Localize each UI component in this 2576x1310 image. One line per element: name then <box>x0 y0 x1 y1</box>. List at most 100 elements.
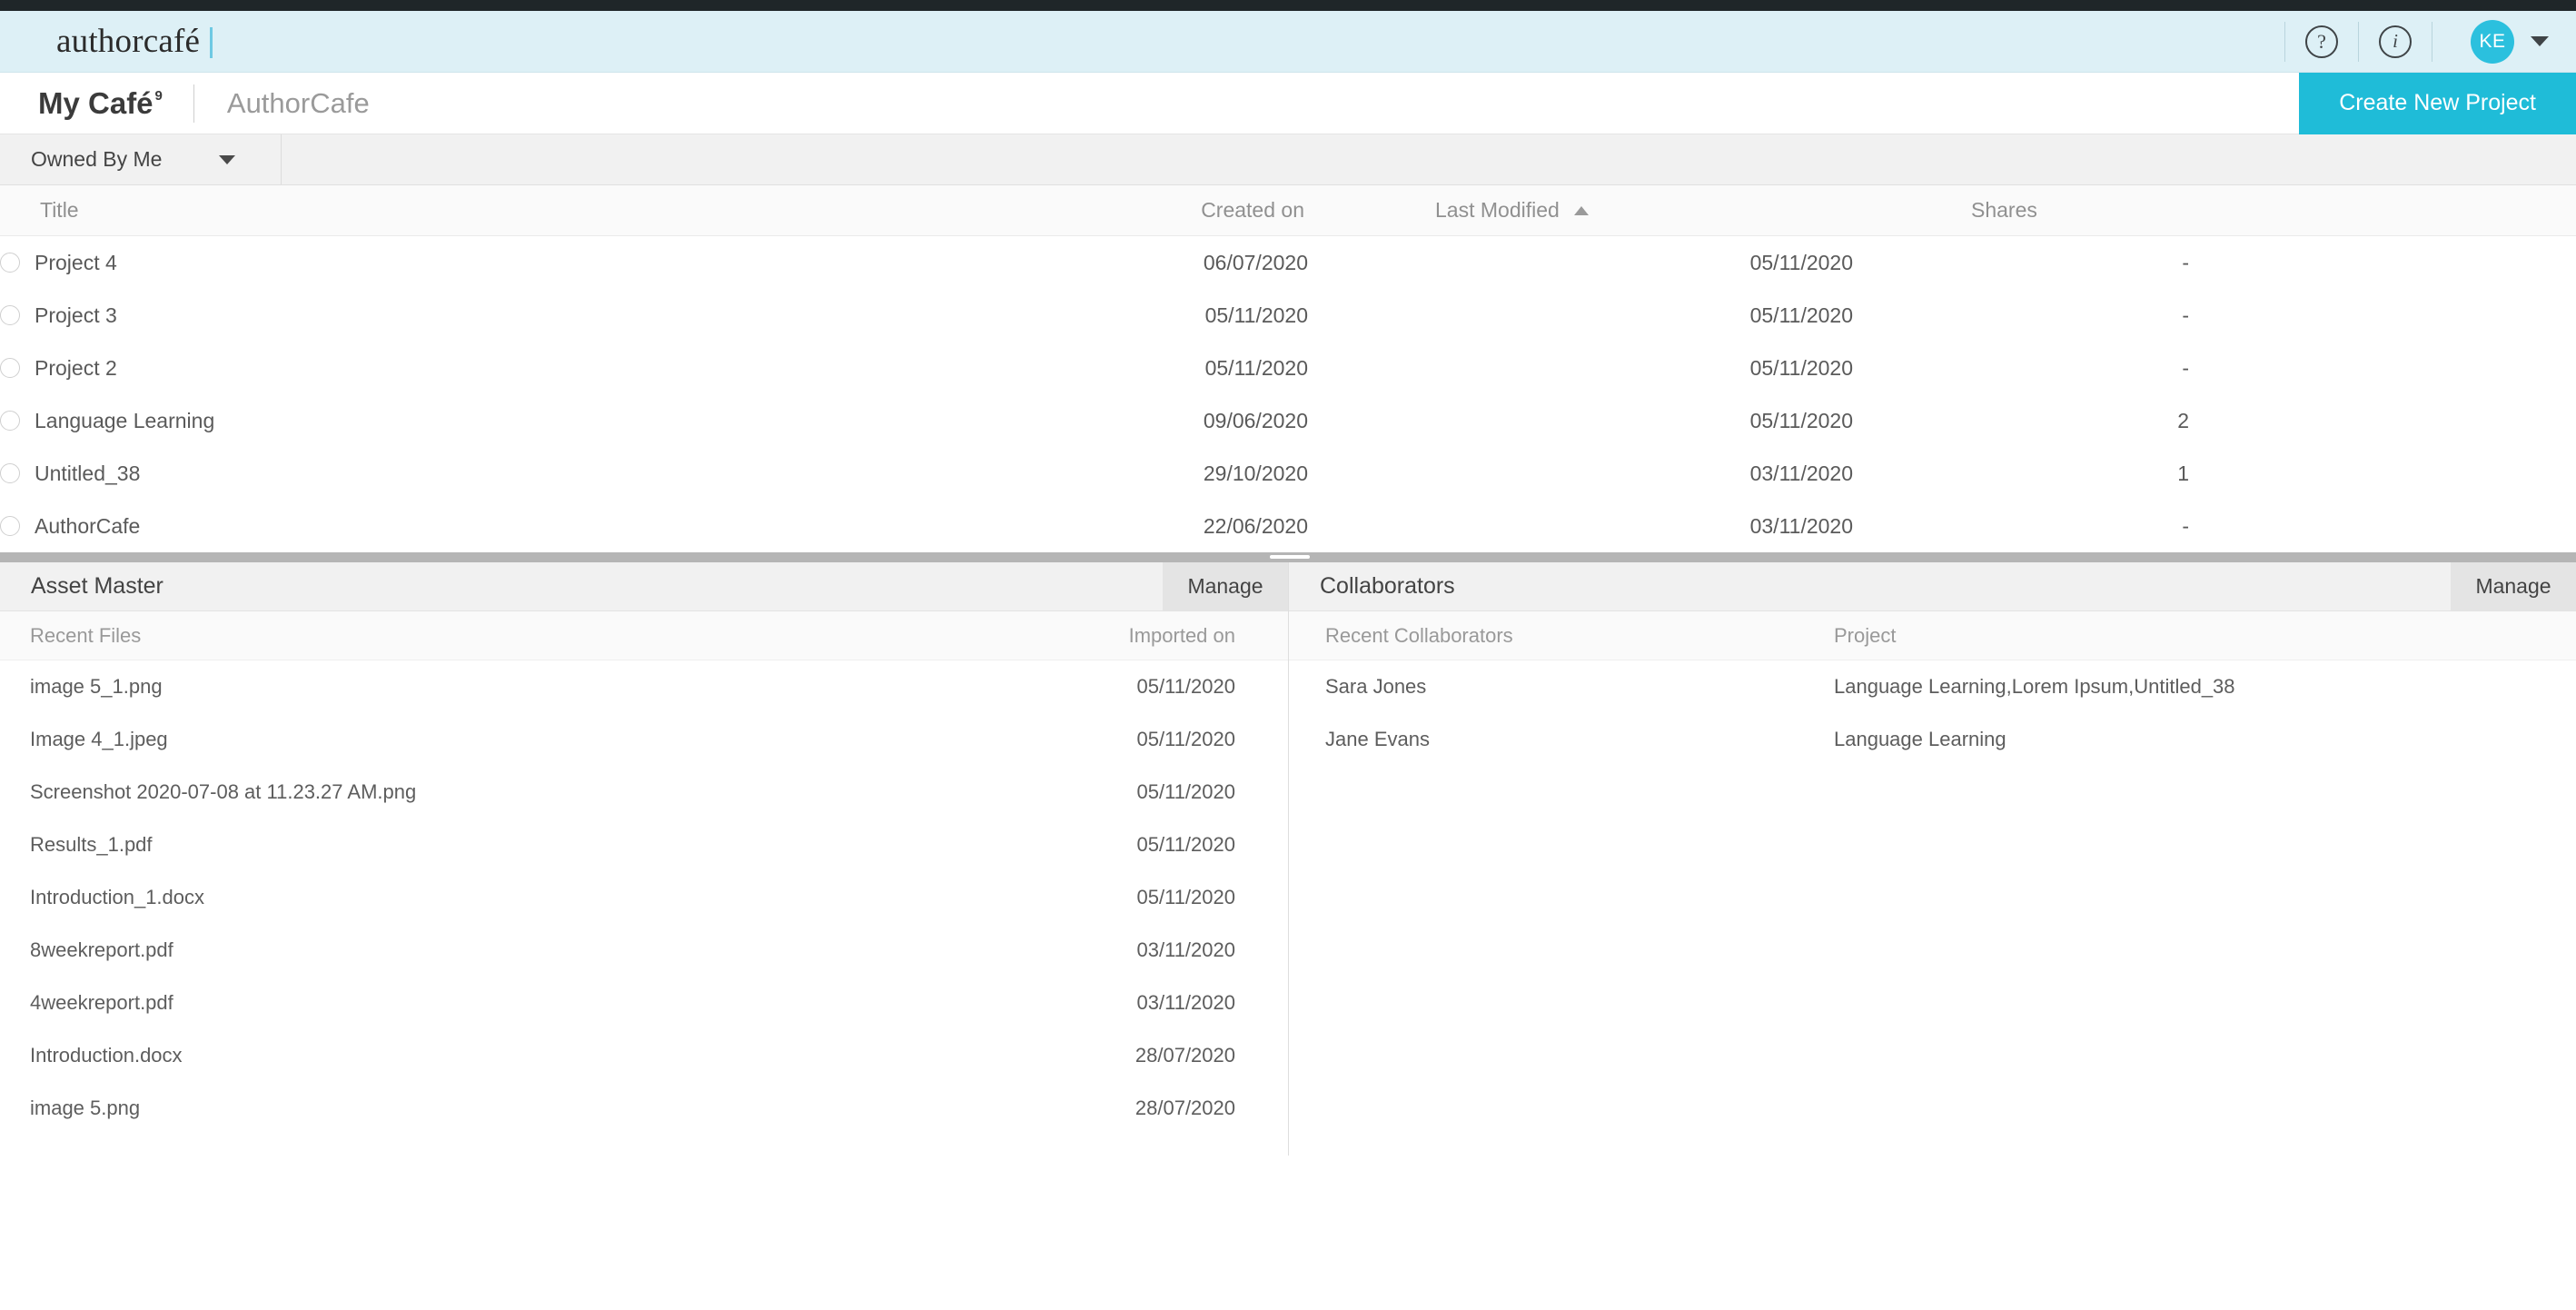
create-new-project-button[interactable]: Create New Project <box>2299 72 2576 134</box>
project-modified-cell: 05/11/2020 <box>1749 303 1853 327</box>
table-row[interactable]: Project 3 05/11/2020 05/11/2020 - <box>0 289 2576 342</box>
asset-date-cell: 03/11/2020 <box>1136 938 1235 961</box>
list-item[interactable]: Screenshot 2020-07-08 at 11.23.27 AM.png… <box>0 766 1288 819</box>
app-logo[interactable]: authorcafé <box>56 25 200 58</box>
asset-name-cell: 4weekreport.pdf <box>30 991 173 1014</box>
table-row[interactable]: Project 4 06/07/2020 05/11/2020 - <box>0 236 2576 289</box>
brand-bar-actions: ? i KE <box>2264 11 2576 72</box>
project-title-cell[interactable]: AuthorCafe <box>0 514 799 539</box>
table-row[interactable]: AuthorCafe 22/06/2020 03/11/2020 - <box>0 500 2576 552</box>
title-bar: My Café 9 AuthorCafe Create New Project <box>0 72 2576 134</box>
project-shares-cell: - <box>2182 513 2189 538</box>
collaborator-project-cell: Language Learning <box>1834 728 2006 750</box>
project-select-radio[interactable] <box>0 358 20 378</box>
column-header-created[interactable]: Created on <box>799 198 1308 223</box>
project-title-label: Language Learning <box>35 408 215 432</box>
project-title-cell[interactable]: Untitled_38 <box>0 461 799 486</box>
bottom-panels: Asset Master Manage Recent Files Importe… <box>0 562 2576 1156</box>
asset-date-cell: 05/11/2020 <box>1136 728 1235 750</box>
list-item[interactable]: Jane Evans Language Learning <box>1289 713 2576 766</box>
projects-table-header: Title Created on Last Modified Shares <box>0 185 2576 236</box>
table-row[interactable]: Untitled_38 29/10/2020 03/11/2020 1 <box>0 447 2576 500</box>
list-item[interactable]: 4weekreport.pdf 03/11/2020 <box>0 977 1288 1029</box>
list-item[interactable]: 8weekreport.pdf 03/11/2020 <box>0 924 1288 977</box>
project-shares-cell: - <box>2182 355 2189 380</box>
table-row[interactable]: Language Learning 09/06/2020 05/11/2020 2 <box>0 394 2576 447</box>
project-title-cell[interactable]: Project 4 <box>0 251 799 275</box>
asset-master-header: Asset Master Manage <box>0 562 1288 611</box>
owner-filter-select[interactable]: Owned By Me <box>0 134 282 184</box>
asset-date-cell: 03/11/2020 <box>1136 991 1235 1014</box>
project-title-cell[interactable]: Language Learning <box>0 409 799 433</box>
project-select-radio[interactable] <box>0 253 20 273</box>
divider <box>2284 21 2285 62</box>
owner-filter-value: Owned By Me <box>31 147 163 171</box>
list-item[interactable]: image 5.png 28/07/2020 <box>0 1082 1288 1135</box>
collaborators-manage-button[interactable]: Manage <box>2451 562 2576 610</box>
asset-master-manage-button[interactable]: Manage <box>1163 562 1288 610</box>
panel-resize-splitter[interactable] <box>0 552 2576 562</box>
project-select-radio[interactable] <box>0 516 20 536</box>
asset-master-panel: Asset Master Manage Recent Files Importe… <box>0 562 1289 1156</box>
list-item[interactable]: image 5_1.png 05/11/2020 <box>0 660 1288 713</box>
list-item[interactable]: Introduction.docx 28/07/2020 <box>0 1029 1288 1082</box>
project-title-cell[interactable]: Project 3 <box>0 303 799 328</box>
page-title: AuthorCafe <box>226 86 370 119</box>
collaborators-list: Sara Jones Language Learning,Lorem Ipsum,… <box>1289 660 2576 766</box>
asset-master-title: Asset Master <box>31 573 163 599</box>
workspace-count-badge: 9 <box>154 88 163 104</box>
project-modified-cell: 05/11/2020 <box>1749 355 1853 380</box>
collaborators-title: Collaborators <box>1320 573 1455 599</box>
column-header-recent-collaborators: Recent Collaborators <box>1325 623 1513 647</box>
project-shares-cell: 1 <box>2177 461 2189 485</box>
project-title-label: Untitled_38 <box>35 461 141 485</box>
window-top-strip <box>0 0 2576 11</box>
project-title-label: Project 2 <box>35 355 117 380</box>
project-modified-cell: 03/11/2020 <box>1749 513 1853 538</box>
resize-grip-icon[interactable] <box>1270 555 1310 559</box>
project-created-cell: 05/11/2020 <box>1204 355 1308 380</box>
workspace-title[interactable]: My Café 9 <box>38 88 163 118</box>
asset-name-cell: Results_1.pdf <box>30 833 153 856</box>
asset-date-cell: 05/11/2020 <box>1136 886 1235 908</box>
chevron-down-icon[interactable] <box>2531 36 2549 46</box>
project-shares-cell: - <box>2182 250 2189 274</box>
workspace-title-label: My Café <box>38 86 154 120</box>
project-select-radio[interactable] <box>0 463 20 483</box>
avatar[interactable]: KE <box>2471 19 2514 64</box>
project-title-label: AuthorCafe <box>35 513 141 538</box>
chevron-down-icon <box>219 154 235 164</box>
asset-date-cell: 05/11/2020 <box>1136 675 1235 698</box>
help-icon[interactable]: ? <box>2305 25 2338 58</box>
sort-ascending-icon <box>1573 205 1589 215</box>
project-select-radio[interactable] <box>0 305 20 325</box>
list-item[interactable]: Introduction_1.docx 05/11/2020 <box>0 871 1288 924</box>
divider <box>193 84 194 123</box>
collaborator-name-cell: Sara Jones <box>1325 675 1427 698</box>
asset-master-column-headers: Recent Files Imported on <box>0 611 1288 660</box>
list-item[interactable]: Image 4_1.jpeg 05/11/2020 <box>0 713 1288 766</box>
collaborator-name-cell: Jane Evans <box>1325 728 1430 750</box>
list-item[interactable]: Results_1.pdf 05/11/2020 <box>0 819 1288 871</box>
project-created-cell: 22/06/2020 <box>1203 513 1308 538</box>
table-row[interactable]: Project 2 05/11/2020 05/11/2020 - <box>0 342 2576 394</box>
column-header-title[interactable]: Title <box>0 198 799 223</box>
project-created-cell: 05/11/2020 <box>1204 303 1308 327</box>
asset-date-cell: 05/11/2020 <box>1136 833 1235 856</box>
column-header-modified[interactable]: Last Modified <box>1308 198 1853 223</box>
project-shares-cell: - <box>2182 303 2189 327</box>
project-modified-cell: 03/11/2020 <box>1749 461 1853 485</box>
project-title-label: Project 4 <box>35 250 117 274</box>
project-created-cell: 06/07/2020 <box>1203 250 1308 274</box>
project-title-cell[interactable]: Project 2 <box>0 356 799 381</box>
list-item[interactable]: Sara Jones Language Learning,Lorem Ipsum,… <box>1289 660 2576 713</box>
asset-name-cell: 8weekreport.pdf <box>30 938 173 961</box>
column-header-recent-files: Recent Files <box>30 623 142 647</box>
asset-name-cell: Screenshot 2020-07-08 at 11.23.27 AM.png <box>30 780 417 803</box>
asset-master-list: image 5_1.png 05/11/2020 Image 4_1.jpeg 05/… <box>0 660 1288 1135</box>
info-icon[interactable]: i <box>2379 25 2412 58</box>
column-header-shares[interactable]: Shares <box>1853 198 2189 223</box>
collaborators-panel: Collaborators Manage Recent Collaborator… <box>1289 562 2576 1156</box>
asset-name-cell: image 5.png <box>30 1097 141 1119</box>
project-select-radio[interactable] <box>0 411 20 431</box>
